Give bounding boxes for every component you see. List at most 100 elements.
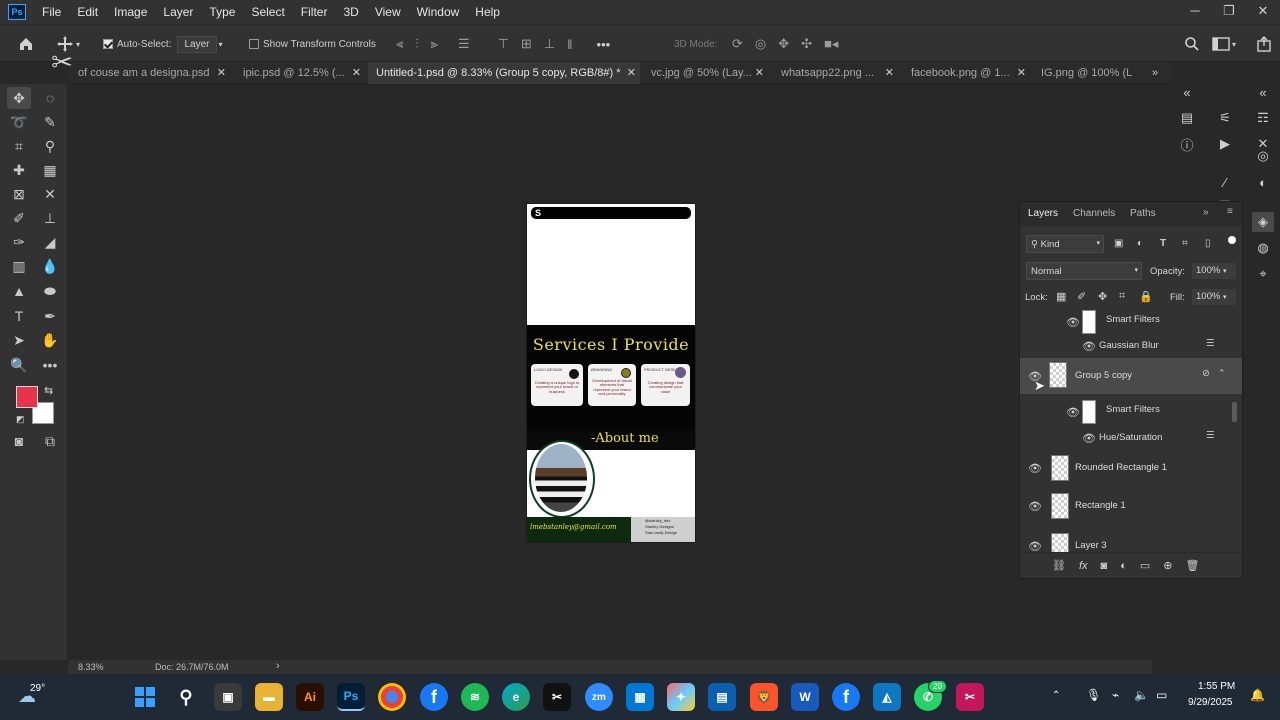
layer-row-rectangle-1[interactable]: 👁 Rectangle 1 xyxy=(1020,490,1242,522)
align-center-icon[interactable]: ⫶ xyxy=(415,36,418,52)
healing-brush-icon[interactable]: ✚ xyxy=(7,159,31,181)
search-taskbar-icon[interactable]: ⚲ xyxy=(172,683,200,711)
lock-artboard-icon[interactable]: ⌗ xyxy=(1119,290,1125,303)
opacity-input[interactable]: 100% ▾ xyxy=(1192,263,1236,279)
screen-mode-icon[interactable]: ⧉ xyxy=(38,430,62,452)
microphone-icon[interactable]: 🎙 xyxy=(1086,688,1101,702)
layer-row-hue-saturation[interactable]: 👁 Hue/Saturation ☰ xyxy=(1020,428,1242,448)
lock-image-icon[interactable]: ✐ xyxy=(1077,290,1086,303)
document-canvas[interactable]: S Services I Provide LOGO DESIGN Creatin… xyxy=(527,204,695,542)
adjustments-icon[interactable]: ⚟ xyxy=(1214,108,1236,128)
styles-icon[interactable]: ☶ xyxy=(1252,108,1274,128)
fill-input[interactable]: 100% ▾ xyxy=(1192,289,1236,305)
info-icon[interactable]: ⓘ xyxy=(1176,134,1198,154)
menu-help[interactable]: Help xyxy=(467,0,508,24)
search-icon[interactable] xyxy=(1184,25,1200,63)
movies-icon[interactable]: ▤ xyxy=(708,683,736,711)
filter-options-icon[interactable]: ☰ xyxy=(1206,338,1215,349)
move-tool-icon[interactable]: ✥ xyxy=(7,87,31,109)
tab-document-4[interactable]: vc.jpg @ 50% (Lay... ✕ xyxy=(643,62,768,84)
eye-icon[interactable]: 👁 xyxy=(1066,406,1080,419)
align-bottom-icon[interactable]: ⊥ xyxy=(544,36,555,52)
photoshop-taskbar-icon[interactable]: Ps xyxy=(337,683,365,711)
menu-view[interactable]: View xyxy=(367,0,409,24)
tab-document-7[interactable]: IG.png @ 100% (L xyxy=(1033,62,1133,84)
tab-document-active[interactable]: Untitled-1.psd @ 8.33% (Group 5 copy, RG… xyxy=(368,62,640,84)
eye-icon[interactable]: 👁 xyxy=(1082,432,1096,445)
brushes-icon[interactable]: ⁄ xyxy=(1214,172,1236,192)
new-group-icon[interactable]: ▭ xyxy=(1140,559,1150,572)
filter-adjustment-icon[interactable]: ◐ xyxy=(1137,238,1143,249)
align-top-icon[interactable]: ⊤ xyxy=(498,36,509,52)
layer-row-group-5-copy[interactable]: 👁 Group 5 copy ⊘ ⌃ xyxy=(1020,358,1242,394)
close-icon[interactable]: ✕ xyxy=(352,62,361,84)
capcut-icon[interactable]: ✂ xyxy=(543,683,571,711)
cc-icon[interactable]: ◎ xyxy=(1252,146,1274,166)
lock-all-icon[interactable]: 🔒 xyxy=(1139,290,1153,303)
gradient-tool-icon[interactable]: ▥ xyxy=(7,255,31,277)
tab-layers[interactable]: Layers xyxy=(1028,208,1058,219)
home-icon[interactable] xyxy=(18,25,34,63)
link-layers-icon[interactable]: ⛓ xyxy=(1052,559,1066,572)
actions-play-icon[interactable]: ▶ xyxy=(1214,134,1236,154)
photos-icon[interactable]: ◭ xyxy=(873,683,901,711)
pen-tool-icon[interactable]: ✒ xyxy=(38,305,62,327)
chrome-icon[interactable] xyxy=(378,683,406,711)
eye-icon[interactable]: 👁 xyxy=(1066,316,1080,329)
layer-row-rounded-rectangle[interactable]: 👁 Rounded Rectangle 1 xyxy=(1020,452,1242,484)
menu-window[interactable]: Window xyxy=(409,0,468,24)
eyedropper-tool-icon[interactable]: ⚲ xyxy=(38,135,62,157)
align-left-icon[interactable]: ⫷ xyxy=(396,36,403,52)
eye-icon[interactable]: 👁 xyxy=(1082,340,1096,353)
lock-transparent-icon[interactable]: ▦ xyxy=(1056,290,1066,303)
weather-temp[interactable]: 29° xyxy=(30,683,45,694)
brush-tool-icon[interactable]: ✐ xyxy=(7,207,31,229)
collapse-panels-icon-2[interactable]: « xyxy=(1252,82,1274,102)
channels-panel-icon[interactable]: ◍ xyxy=(1252,238,1274,258)
more-tabs-icon[interactable]: » xyxy=(1148,62,1168,84)
blur-tool-icon[interactable]: 💧 xyxy=(38,255,62,277)
menu-file[interactable]: File xyxy=(34,0,69,24)
menu-select[interactable]: Select xyxy=(243,0,292,24)
brave-icon[interactable]: 🦁 xyxy=(750,683,778,711)
layers-panel-icon[interactable]: ◈ xyxy=(1252,212,1274,232)
eye-icon[interactable]: 👁 xyxy=(1028,540,1042,552)
filter-shape-icon[interactable]: ⌗ xyxy=(1182,238,1188,249)
status-menu-arrow[interactable]: › xyxy=(276,660,280,672)
3d-roll-icon[interactable]: ◎ xyxy=(755,36,766,52)
zoom-app-icon[interactable]: zm xyxy=(585,683,613,711)
3d-slide-icon[interactable]: ✣ xyxy=(801,36,812,52)
lasso-tool-icon[interactable]: ➰ xyxy=(7,111,31,133)
foreground-color-swatch[interactable] xyxy=(16,386,38,408)
menu-image[interactable]: Image xyxy=(106,0,155,24)
auto-select-checkbox[interactable] xyxy=(103,39,113,49)
edit-toolbar-icon[interactable]: ••• xyxy=(38,354,62,376)
crop-tool-icon[interactable]: ⌗ xyxy=(7,135,31,157)
type-tool-icon[interactable]: T xyxy=(7,305,31,327)
layers-scrollbar[interactable] xyxy=(1232,402,1237,422)
add-mask-icon[interactable]: ◙ xyxy=(1101,560,1108,572)
tab-document-6[interactable]: facebook.png @ 1... ✕ xyxy=(903,62,1030,84)
quick-select-tool-icon[interactable]: ✎ xyxy=(38,111,62,133)
filter-type-icon[interactable]: T xyxy=(1160,238,1166,249)
tab-channels[interactable]: Channels xyxy=(1073,208,1115,219)
layer-row-smart-filters-2[interactable]: 👁 Smart Filters xyxy=(1020,398,1242,426)
filter-smart-object-icon[interactable]: ▯ xyxy=(1205,238,1211,249)
taskbar-date[interactable]: 9/29/2025 xyxy=(1188,697,1233,708)
network-icon[interactable]: ⌁ xyxy=(1112,688,1119,702)
start-icon[interactable] xyxy=(131,683,159,711)
smart-filter-link-icon[interactable]: ⊘ xyxy=(1202,368,1210,379)
close-button[interactable]: ✕ xyxy=(1246,0,1280,24)
kind-filter-dropdown[interactable]: ⚲ Kind ▾ xyxy=(1026,235,1104,253)
lock-position-icon[interactable]: ✥ xyxy=(1098,290,1107,303)
frame-tool-icon[interactable]: ⊠ xyxy=(7,183,31,205)
tab-document-5[interactable]: whatsapp22.png ... ✕ xyxy=(773,62,898,84)
facebook-icon[interactable]: f xyxy=(420,683,448,711)
menu-layer[interactable]: Layer xyxy=(155,0,201,24)
close-icon[interactable]: ✕ xyxy=(217,62,226,84)
task-view-icon[interactable]: ▣ xyxy=(214,683,242,711)
spotify-icon[interactable]: ≋ xyxy=(461,683,489,711)
3d-scale-icon[interactable]: ■◂ xyxy=(824,36,838,52)
tab-paths[interactable]: Paths xyxy=(1130,208,1156,219)
close-icon[interactable]: ✕ xyxy=(627,62,636,84)
